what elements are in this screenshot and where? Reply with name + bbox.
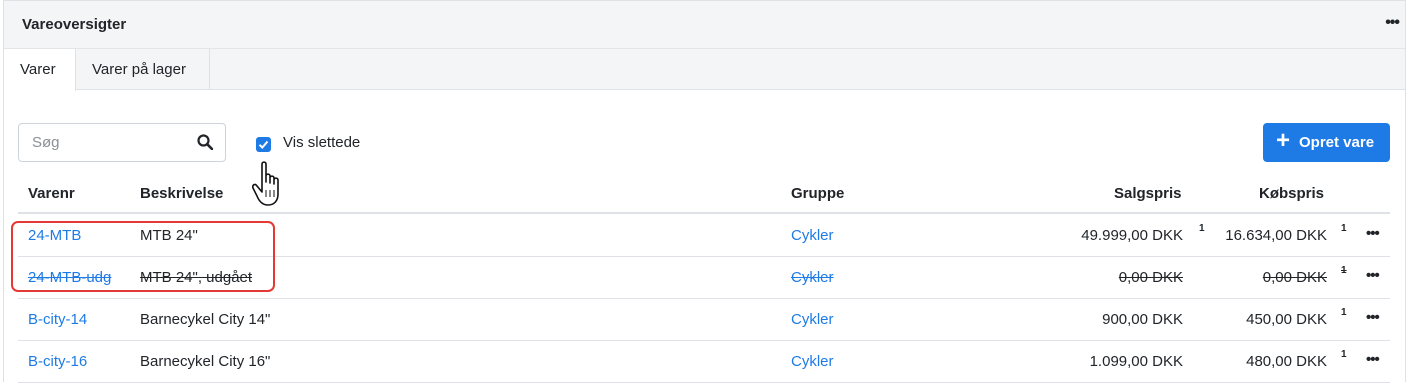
- search-input[interactable]: [19, 124, 189, 161]
- plus-icon: +: [1276, 127, 1291, 154]
- purchase-price-footnote: 1: [1341, 307, 1347, 318]
- search-box: [18, 123, 226, 162]
- tab-bar: Varer Varer på lager: [4, 49, 1405, 91]
- group-link[interactable]: Cykler: [791, 311, 834, 328]
- col-header-varenr[interactable]: Varenr: [28, 185, 75, 202]
- row-more-icon[interactable]: •••: [1366, 267, 1380, 284]
- col-header-kobspris[interactable]: Købspris: [1259, 185, 1324, 202]
- col-header-gruppe[interactable]: Gruppe: [791, 185, 844, 202]
- sales-price-cell: 1.099,00 DKK: [1089, 353, 1183, 370]
- col-header-beskrivelse[interactable]: Beskrivelse: [140, 185, 223, 202]
- purchase-price-footnote: 1: [1341, 265, 1347, 276]
- panel-title: Vareoversigter: [22, 16, 127, 33]
- tab-varer-paa-lager[interactable]: Varer på lager: [76, 49, 210, 90]
- purchase-price-cell: 480,00 DKK: [1246, 353, 1327, 370]
- purchase-price-footnote: 1: [1341, 349, 1347, 360]
- varenr-link[interactable]: B-city-14: [28, 311, 87, 328]
- col-header-salgspris[interactable]: Salgspris: [1114, 185, 1182, 202]
- table-row: B-city-16 Barnecykel City 16" Cykler 1.0…: [18, 341, 1390, 383]
- varenr-link[interactable]: B-city-16: [28, 353, 87, 370]
- search-icon[interactable]: [197, 134, 213, 150]
- group-link[interactable]: Cykler: [791, 227, 834, 244]
- checkmark-icon: [258, 140, 269, 149]
- description-cell: Barnecykel City 14": [140, 311, 271, 328]
- highlight-annotation-box: [11, 221, 275, 292]
- tab-varer[interactable]: Varer: [4, 49, 76, 91]
- table-row: B-city-14 Barnecykel City 14" Cykler 900…: [18, 299, 1390, 341]
- sales-price-footnote: 1: [1199, 223, 1205, 234]
- more-horizontal-icon[interactable]: •••: [1385, 15, 1400, 31]
- panel-header: Vareoversigter •••: [4, 1, 1405, 49]
- row-more-icon[interactable]: •••: [1366, 351, 1380, 368]
- sales-price-cell: 900,00 DKK: [1102, 311, 1183, 328]
- purchase-price-cell: 16.634,00 DKK: [1225, 227, 1327, 244]
- show-deleted-checkbox[interactable]: [256, 137, 271, 152]
- sales-price-cell: 0,00 DKK: [1118, 269, 1183, 286]
- create-item-button[interactable]: + Opret vare: [1263, 123, 1390, 162]
- description-cell: Barnecykel City 16": [140, 353, 271, 370]
- row-more-icon[interactable]: •••: [1366, 309, 1380, 326]
- group-link[interactable]: Cykler: [791, 353, 834, 370]
- purchase-price-footnote: 1: [1341, 223, 1347, 234]
- row-more-icon[interactable]: •••: [1366, 225, 1380, 242]
- sales-price-cell: 49.999,00 DKK: [1081, 227, 1183, 244]
- hand-pointer-icon: [252, 161, 279, 206]
- table-header-divider: [18, 212, 1390, 214]
- purchase-price-cell: 0,00 DKK: [1262, 269, 1327, 286]
- group-link[interactable]: Cykler: [791, 269, 834, 286]
- show-deleted-label[interactable]: Vis slettede: [283, 134, 360, 151]
- create-item-label: Opret vare: [1299, 134, 1375, 151]
- purchase-price-cell: 450,00 DKK: [1246, 311, 1327, 328]
